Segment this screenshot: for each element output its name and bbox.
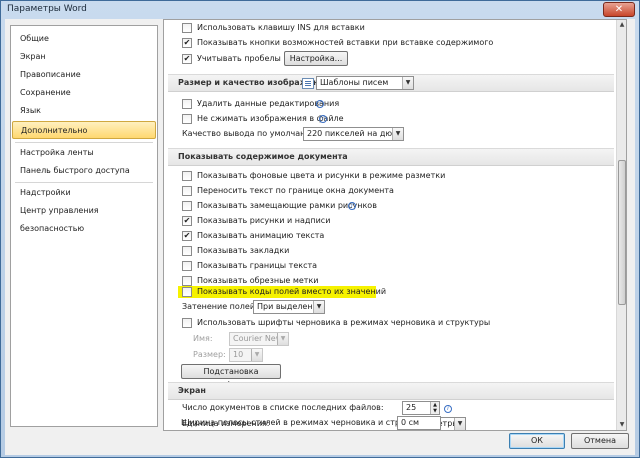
dialog-client: Общие Экран Правописание Сохранение Язык… — [5, 19, 635, 455]
field-shading-dropdown[interactable]: При выделении ▼ — [253, 300, 325, 314]
document-icon — [302, 78, 314, 89]
checkbox[interactable] — [182, 246, 192, 256]
scroll-down-icon[interactable]: ▼ — [617, 420, 626, 430]
section-title: Экран — [178, 386, 206, 395]
checkbox[interactable] — [182, 287, 192, 297]
scroll-thumb[interactable] — [618, 160, 626, 305]
option-label: Использовать шрифты черновика в режимах … — [197, 318, 491, 327]
vertical-scrollbar[interactable]: ▲ ▼ — [616, 20, 626, 430]
dropdown-value: Шаблоны писем — [320, 78, 389, 87]
font-substitution-button[interactable]: Подстановка шрифтов... — [181, 364, 281, 389]
default-output-dropdown[interactable]: 220 пикселей на дюйм ▼ — [303, 127, 404, 141]
option-label: Показывать рисунки и надписи — [197, 216, 331, 225]
scroll-up-icon[interactable]: ▲ — [617, 20, 626, 30]
sidebar: Общие Экран Правописание Сохранение Язык… — [10, 25, 158, 427]
option-label: Переносить текст по границе окна докумен… — [197, 186, 394, 195]
draft-font-size-dropdown[interactable]: 10 ▼ — [229, 348, 263, 362]
section-display: Экран — [168, 382, 614, 400]
style-area-label: Ширина полосы стилей в режимах черновика… — [181, 418, 433, 427]
sidebar-item-addins[interactable]: Надстройки — [12, 184, 156, 202]
dropdown-value: Courier New — [233, 334, 283, 343]
checkbox[interactable] — [182, 99, 192, 109]
options-window: Параметры Word ✕ Общие Экран Правописани… — [0, 0, 640, 458]
options-content: Использовать клавишу INS для вставки ✔ П… — [163, 19, 627, 431]
info-icon: i — [348, 202, 356, 210]
option-label: Показывать коды полей вместо их значений — [197, 287, 387, 296]
style-area-input[interactable]: 0 см — [397, 416, 441, 430]
info-icon: i — [319, 115, 327, 123]
option-label: Показывать кнопки возможностей вставки п… — [197, 38, 494, 47]
sidebar-item-display[interactable]: Экран — [12, 48, 156, 66]
checkbox[interactable] — [182, 201, 192, 211]
chevron-down-icon: ▼ — [277, 333, 288, 345]
chevron-down-icon: ▼ — [251, 349, 262, 361]
sidebar-item-trust-center[interactable]: Центр управления безопасностью — [12, 202, 156, 233]
checkbox[interactable] — [182, 318, 192, 328]
section-show-document-content: Показывать содержимое документа — [168, 148, 614, 166]
chevron-down-icon: ▼ — [392, 128, 403, 140]
checkbox[interactable]: ✔ — [182, 231, 192, 241]
option-label: Показывать границы текста — [197, 261, 318, 270]
sidebar-item-general[interactable]: Общие — [12, 30, 156, 48]
dropdown-value: 220 пикселей на дюйм — [307, 129, 404, 138]
recent-docs-spinner[interactable]: 25 ▲ ▼ — [402, 401, 440, 415]
chevron-down-icon: ▼ — [402, 77, 413, 89]
option-label: Показывать анимацию текста — [197, 231, 325, 240]
info-icon: i — [444, 405, 452, 413]
option-label: Показывать фоновые цвета и рисунки в реж… — [197, 171, 446, 180]
smart-cut-settings-button[interactable]: Настройка... — [284, 51, 348, 66]
checkbox[interactable] — [182, 171, 192, 181]
sidebar-divider — [15, 142, 153, 143]
checkbox[interactable]: ✔ — [182, 216, 192, 226]
option-label: Использовать клавишу INS для вставки — [197, 23, 365, 32]
checkbox[interactable] — [182, 114, 192, 124]
checkbox[interactable] — [182, 276, 192, 286]
sidebar-item-advanced[interactable]: Дополнительно — [12, 121, 156, 139]
sidebar-item-language[interactable]: Язык — [12, 102, 156, 120]
section-title: Показывать содержимое документа — [178, 152, 348, 161]
ok-button[interactable]: ОК — [509, 433, 565, 449]
info-icon: i — [316, 100, 324, 108]
dropdown-value: 10 — [233, 350, 244, 359]
draft-font-name-dropdown[interactable]: Courier New ▼ — [229, 332, 289, 346]
window-title: Параметры Word — [7, 4, 87, 14]
close-button[interactable]: ✕ — [603, 2, 635, 17]
font-size-label: Размер: — [193, 350, 226, 359]
chevron-down-icon: ▼ — [313, 301, 324, 313]
title-bar: Параметры Word ✕ — [1, 1, 639, 19]
checkbox[interactable] — [182, 186, 192, 196]
option-label: Учитывать пробелы — [197, 54, 281, 63]
checkbox[interactable] — [182, 261, 192, 271]
sidebar-item-save[interactable]: Сохранение — [12, 84, 156, 102]
field-shading-label: Затенение полей: — [182, 302, 258, 311]
checkbox[interactable]: ✔ — [182, 38, 192, 48]
spinner-value: 25 — [406, 403, 417, 412]
checkbox[interactable] — [182, 23, 192, 33]
sidebar-item-proofing[interactable]: Правописание — [12, 66, 156, 84]
sidebar-item-quick-access[interactable]: Панель быстрого доступа — [12, 162, 156, 180]
checkbox[interactable]: ✔ — [182, 54, 192, 64]
font-name-label: Имя: — [193, 334, 213, 343]
recent-docs-label: Число документов в списке последних файл… — [182, 403, 384, 412]
image-quality-document-dropdown[interactable]: Шаблоны писем ▼ — [316, 76, 414, 90]
sidebar-divider — [15, 182, 153, 183]
sidebar-item-customize-ribbon[interactable]: Настройка ленты — [12, 144, 156, 162]
cancel-button[interactable]: Отмена — [571, 433, 629, 449]
default-output-label: Качество вывода по умолчанию: — [182, 129, 320, 138]
option-label: Показывать закладки — [197, 246, 290, 255]
spinner-arrows-icon[interactable]: ▲ ▼ — [430, 402, 439, 414]
